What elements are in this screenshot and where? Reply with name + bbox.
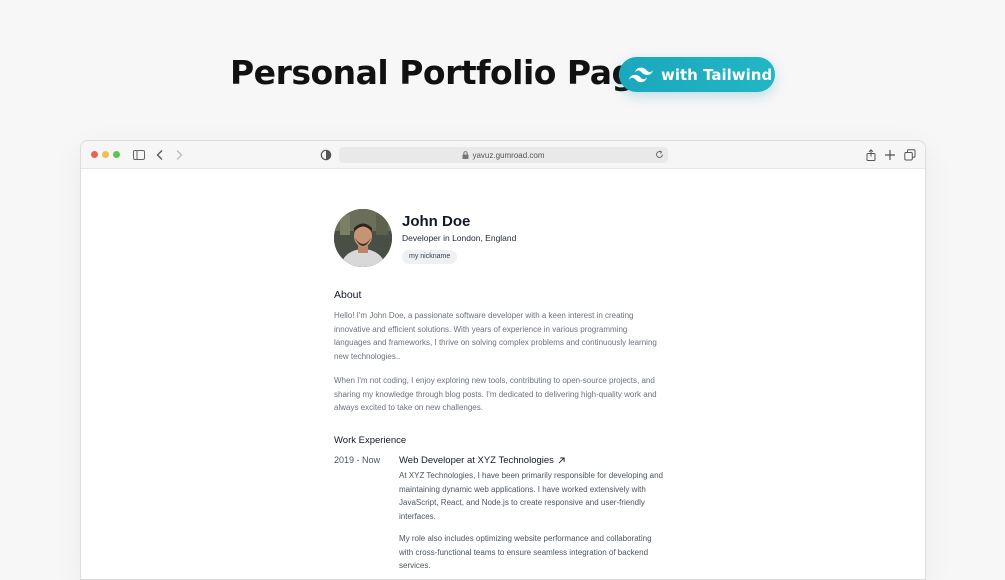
- back-icon[interactable]: [153, 148, 167, 162]
- forward-icon[interactable]: [172, 148, 186, 162]
- browser-toolbar: yavuz.gumroad.com: [81, 141, 925, 169]
- job-title-link[interactable]: Web Developer at XYZ Technologies: [399, 455, 565, 466]
- hero-title: Personal Portfolio Page: [230, 53, 657, 92]
- address-url: yavuz.gumroad.com: [472, 150, 545, 160]
- browser-window: yavuz.gumroad.com John Doe Developer in …: [80, 140, 926, 580]
- reload-icon[interactable]: [655, 150, 664, 159]
- address-bar[interactable]: yavuz.gumroad.com: [339, 147, 668, 163]
- profile-location: Developer in London, England: [402, 233, 517, 243]
- tailwind-badge-label: with Tailwind: [661, 65, 773, 84]
- avatar: [334, 209, 392, 267]
- about-paragraph: When I'm not coding, I enjoy exploring n…: [334, 376, 657, 413]
- close-window-button[interactable]: [91, 151, 98, 158]
- nickname-badge: my nickname: [402, 250, 458, 264]
- about-heading: About: [334, 289, 362, 301]
- tailwind-logo-icon: [629, 67, 653, 82]
- about-paragraph: Hello! I'm John Doe, a passionate softwa…: [334, 311, 657, 362]
- hero-header: Personal Portfolio Page with Tailwind: [0, 0, 1005, 140]
- share-icon[interactable]: [864, 148, 878, 162]
- job-period: 2019 - Now: [334, 455, 381, 465]
- external-link-icon: [558, 457, 565, 464]
- new-tab-icon[interactable]: [883, 148, 897, 162]
- job-description: At XYZ Technologies, I have been primari…: [399, 471, 664, 522]
- work-experience-heading: Work Experience: [334, 435, 407, 446]
- shield-icon[interactable]: [319, 148, 333, 162]
- profile-name: John Doe: [402, 213, 471, 230]
- lock-icon: [462, 151, 469, 159]
- tabs-overview-icon[interactable]: [903, 148, 917, 162]
- job-title-label: Web Developer at XYZ Technologies: [399, 455, 554, 466]
- zoom-window-button[interactable]: [113, 151, 120, 158]
- minimize-window-button[interactable]: [102, 151, 109, 158]
- sidebar-icon[interactable]: [132, 148, 146, 162]
- tailwind-badge: with Tailwind: [619, 57, 775, 92]
- job-description: My role also includes optimizing website…: [399, 534, 652, 571]
